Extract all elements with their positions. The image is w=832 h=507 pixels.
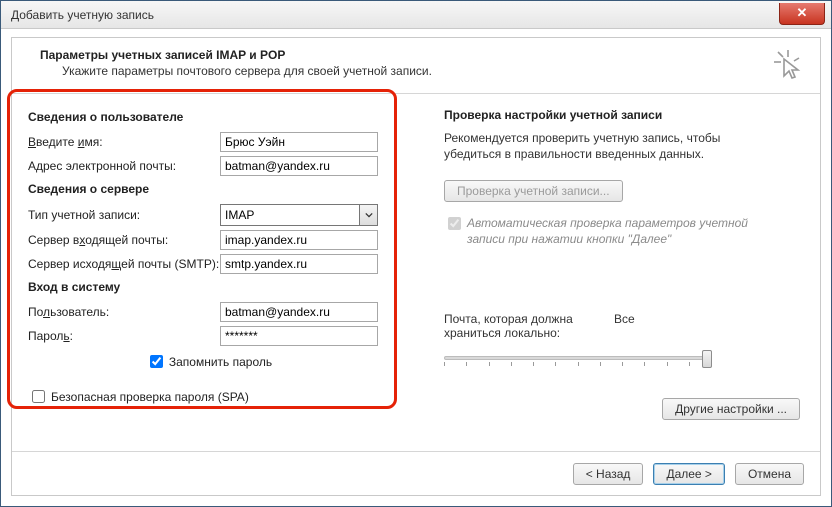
remember-password-checkbox[interactable] [150,355,163,368]
storage-block: Почта, которая должна храниться локально… [444,312,804,370]
right-column: Проверка настройки учетной записи Рекоме… [420,104,804,420]
other-settings-button[interactable]: Другие настройки ... [662,398,800,420]
test-account-button[interactable]: Проверка учетной записи... [444,180,623,202]
account-type-value: IMAP [225,208,254,222]
storage-slider[interactable] [444,348,712,370]
email-input[interactable] [220,156,378,176]
incoming-server-label: Сервер входящей почты: [28,233,220,247]
spa-checkbox[interactable] [32,390,45,403]
remember-password-label: Запомнить пароль [169,355,272,369]
slider-track [444,356,712,360]
section-user-title: Сведения о пользователе [28,110,420,124]
cancel-button[interactable]: Отмена [735,463,804,485]
storage-value: Все [614,312,635,340]
incoming-server-input[interactable] [220,230,378,250]
password-label: Пароль: [28,329,220,343]
account-type-label: Тип учетной записи: [28,208,220,222]
test-section-desc: Рекомендуется проверить учетную запись, … [444,130,764,162]
spa-label: Безопасная проверка пароля (SPA) [51,390,249,404]
section-server-title: Сведения о сервере [28,182,420,196]
section-login-title: Вход в систему [28,280,420,294]
add-account-window: Добавить учетную запись ✕ Параметры учет… [0,0,832,507]
chevron-down-icon [359,205,377,225]
titlebar: Добавить учетную запись ✕ [1,1,831,29]
account-type-select[interactable]: IMAP [220,204,378,226]
next-button[interactable]: Далее > [653,463,725,485]
outgoing-server-label: Сервер исходящей почты (SMTP): [28,257,220,271]
username-label: Пользователь: [28,305,220,319]
slider-ticks [444,362,712,366]
left-column: Сведения о пользователе Введите имя: Адр… [28,104,420,420]
test-section-title: Проверка настройки учетной записи [444,108,804,122]
auto-test-label: Автоматическая проверка параметров учетн… [467,216,774,247]
dialog-content: Параметры учетных записей IMAP и POP Ука… [11,37,821,496]
name-input[interactable] [220,132,378,152]
back-button[interactable]: < Назад [573,463,644,485]
window-title: Добавить учетную запись [11,8,154,22]
auto-test-checkbox[interactable] [448,217,461,230]
close-icon: ✕ [797,5,808,21]
storage-label: Почта, которая должна храниться локально… [444,312,614,340]
username-input[interactable] [220,302,378,322]
header-title: Параметры учетных записей IMAP и POP [40,48,432,62]
close-button[interactable]: ✕ [779,3,825,25]
dialog-footer: < Назад Далее > Отмена [12,451,820,495]
header-subtitle: Укажите параметры почтового сервера для … [40,64,432,78]
header-text: Параметры учетных записей IMAP и POP Ука… [40,48,432,78]
email-label: Адрес электронной почты: [28,159,220,173]
slider-thumb[interactable] [702,350,712,368]
cursor-click-icon [772,48,804,85]
password-input[interactable] [220,326,378,346]
name-label: Введите имя: [28,135,220,149]
dialog-body: Сведения о пользователе Введите имя: Адр… [12,94,820,420]
dialog-header: Параметры учетных записей IMAP и POP Ука… [12,38,820,93]
outgoing-server-input[interactable] [220,254,378,274]
